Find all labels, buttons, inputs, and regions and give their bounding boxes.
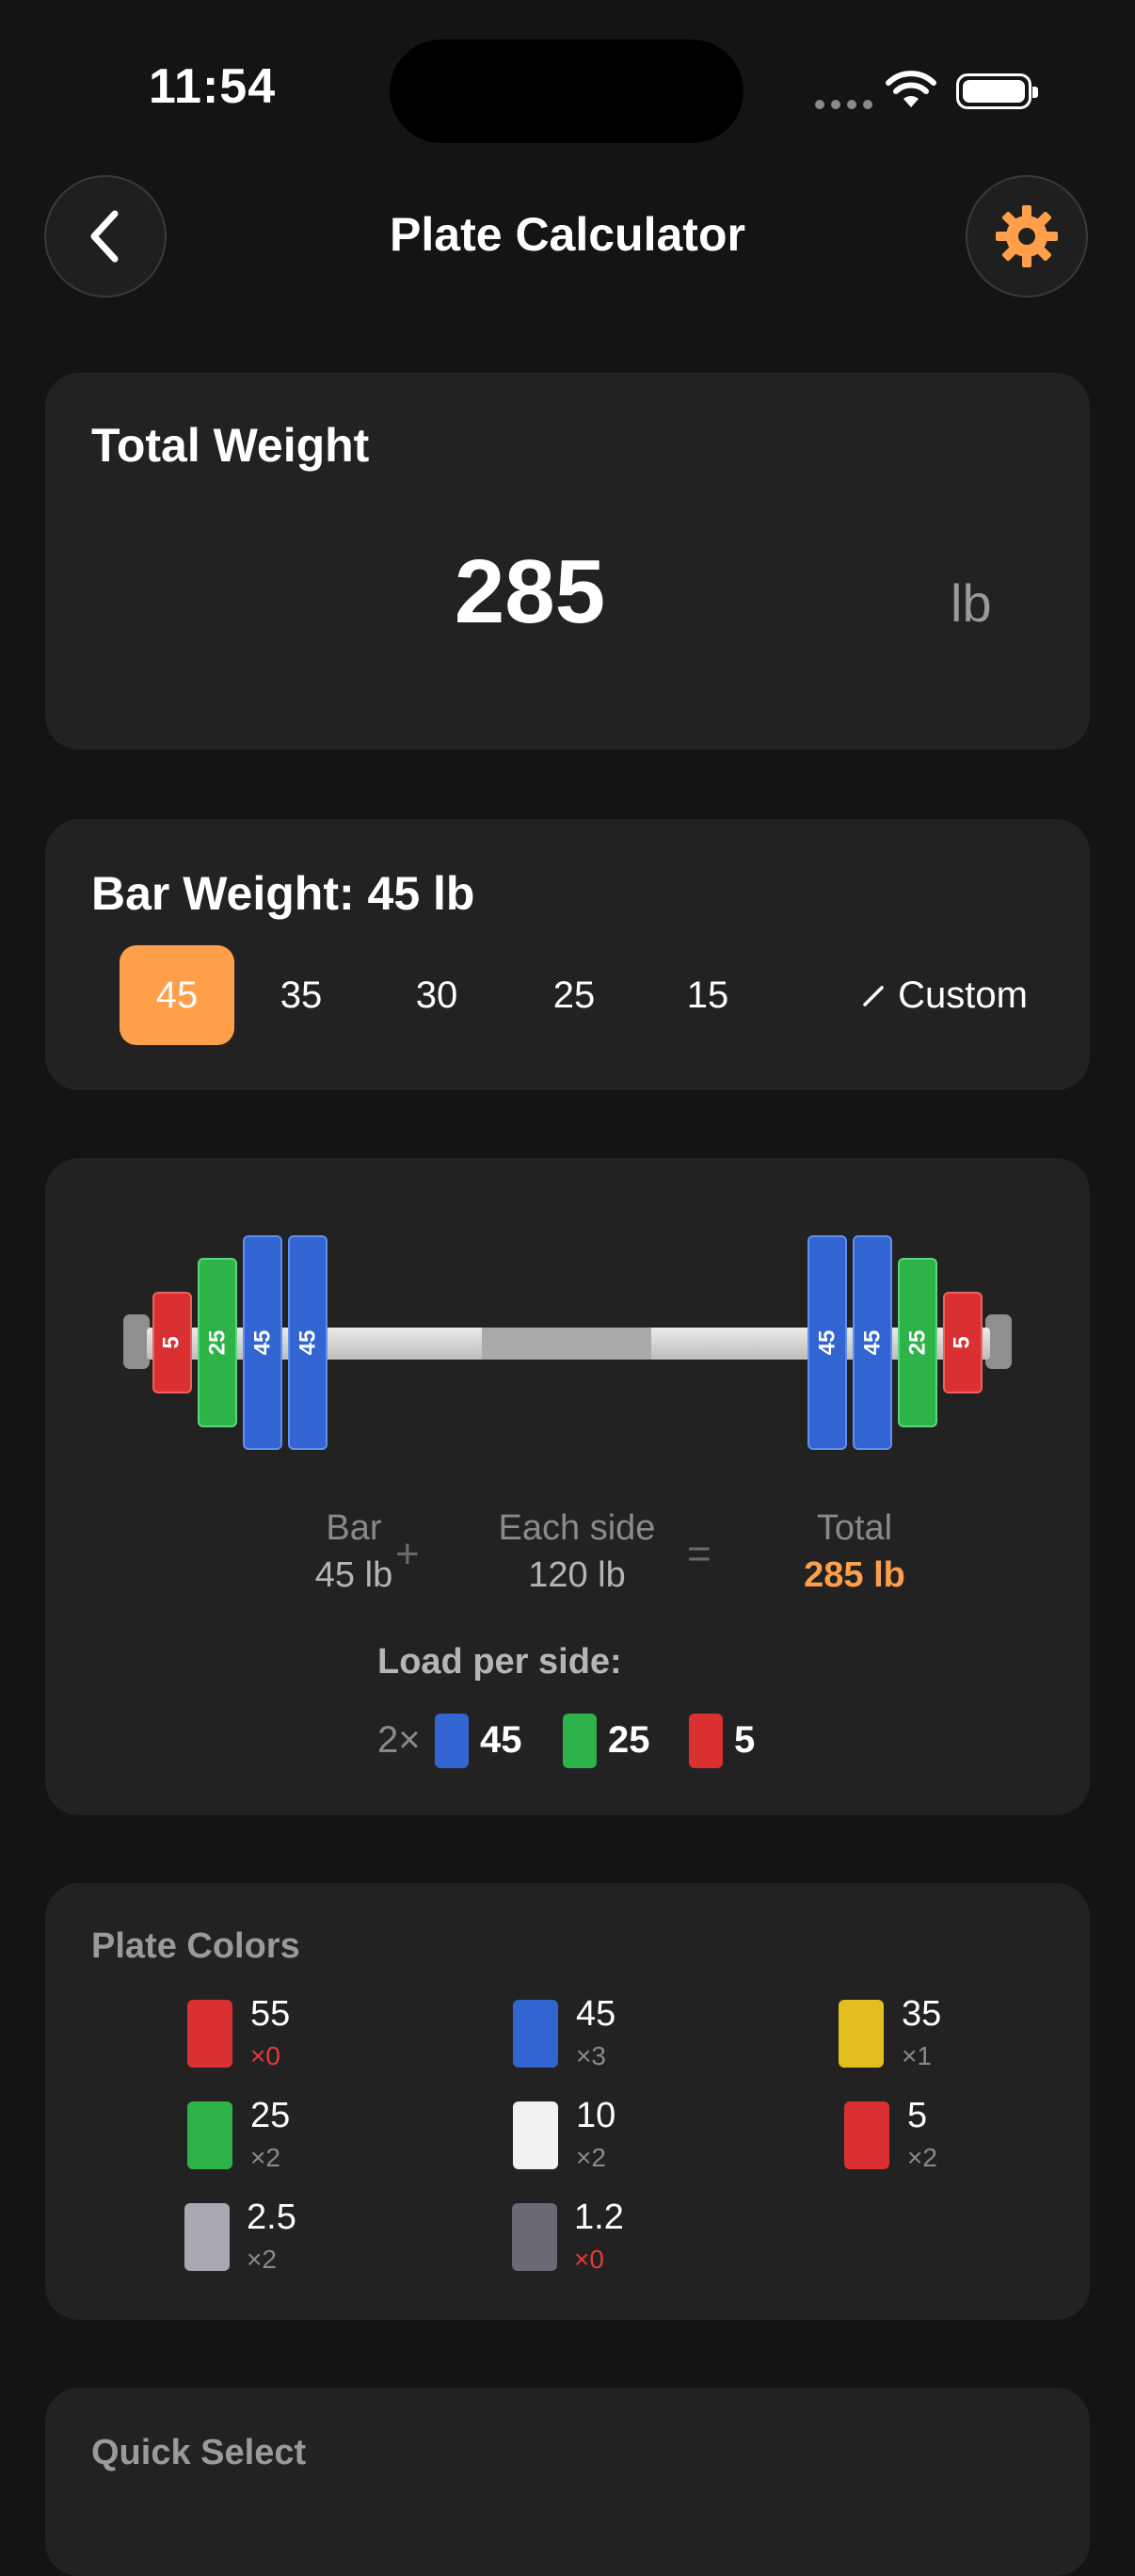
bar-option-35[interactable]: 35: [254, 945, 348, 1045]
swatch-dark-gray: [512, 2203, 557, 2271]
settings-button[interactable]: [966, 175, 1088, 298]
load-per-side-title: Load per side:: [377, 1642, 622, 1682]
total-weight-title: Total Weight: [91, 419, 370, 472]
load-weight-25: 25: [608, 1719, 650, 1761]
swatch-red: [187, 2000, 232, 2068]
total-value: 285 lb: [804, 1555, 905, 1595]
swatch-light-gray: [184, 2203, 230, 2271]
pencil-icon: [863, 986, 884, 1006]
bar-label: Bar: [326, 1508, 382, 1548]
bar-option-45[interactable]: 45: [120, 945, 234, 1045]
plate-right-45: 45: [853, 1235, 892, 1450]
swatch-red: [844, 2101, 889, 2169]
bar-option-30[interactable]: 30: [390, 945, 484, 1045]
total-label: Total: [816, 1508, 893, 1548]
plate-weight: 5: [907, 2096, 928, 2135]
gear-icon: [996, 205, 1058, 267]
plate-weight: 35: [902, 1994, 942, 2034]
load-weight-45: 45: [480, 1719, 522, 1761]
load-swatch-45: [435, 1714, 469, 1768]
quick-select-title: Quick Select: [91, 2433, 307, 2472]
load-swatch-25: [563, 1714, 597, 1768]
plate-weight: 45: [576, 1994, 616, 2034]
quick-select-card: Quick Select: [45, 2388, 1090, 2576]
custom-bar-label: Custom: [898, 974, 1028, 1016]
plate-left-5: 5: [152, 1292, 192, 1393]
plate-weight: 10: [576, 2096, 616, 2135]
custom-bar-button[interactable]: Custom: [826, 945, 1062, 1045]
status-time: 11:54: [149, 59, 277, 114]
plate-left-45: 45: [243, 1235, 282, 1450]
plate-left-45: 45: [288, 1235, 328, 1450]
plate-colors-title: Plate Colors: [91, 1926, 300, 1966]
load-weight-5: 5: [734, 1719, 756, 1761]
total-weight-value[interactable]: 285: [45, 540, 1015, 644]
wifi-icon: [886, 71, 936, 107]
plate-count: ×2: [576, 2143, 606, 2172]
plate-count: ×2: [907, 2143, 937, 2172]
load-count: 2×: [377, 1719, 421, 1761]
plate-right-5: 5: [943, 1292, 983, 1393]
plus-sign: +: [395, 1531, 420, 1577]
plate-count: ×2: [250, 2143, 280, 2172]
barbell-knurling: [482, 1328, 651, 1360]
each-side-value: 120 lb: [528, 1555, 626, 1595]
plate-count: ×3: [576, 2041, 606, 2070]
each-side-label: Each side: [498, 1508, 656, 1548]
plate-count: ×2: [247, 2245, 277, 2274]
plate-count: ×1: [902, 2041, 932, 2070]
total-weight-card: Total Weight 285 lb: [45, 373, 1090, 749]
dynamic-island: [390, 40, 743, 143]
plate-weight: 25: [250, 2096, 291, 2135]
bar-weight-title: Bar Weight: 45 lb: [91, 867, 475, 920]
swatch-white: [513, 2101, 558, 2169]
plate-weight: 1.2: [574, 2198, 624, 2237]
bar-weight-card: Bar Weight: 45 lb 45 35 30 25 15 Custom: [45, 819, 1090, 1090]
plate-right-45: 45: [807, 1235, 847, 1450]
bar-value: 45 lb: [314, 1555, 393, 1595]
battery-icon: [956, 73, 1038, 109]
plate-colors-card: Plate Colors 55 ×0 45 ×3 35 ×1 25 ×2 10 …: [45, 1883, 1090, 2320]
equals-sign: =: [687, 1531, 711, 1577]
bar-option-25[interactable]: 25: [527, 945, 621, 1045]
bar-option-15[interactable]: 15: [661, 945, 755, 1045]
barbell-card: 5 25 45 45 45 45 25 5 Bar 45 lb + Each s…: [45, 1158, 1090, 1815]
swatch-blue: [513, 2000, 558, 2068]
signal-icon: [815, 100, 872, 109]
swatch-green: [187, 2101, 232, 2169]
plate-count: ×0: [250, 2041, 280, 2070]
load-swatch-5: [689, 1714, 723, 1768]
plate-count: ×0: [574, 2245, 604, 2274]
plate-weight: 2.5: [247, 2198, 296, 2237]
plate-left-25: 25: [198, 1258, 237, 1427]
plate-right-25: 25: [898, 1258, 937, 1427]
plate-weight: 55: [250, 1994, 291, 2034]
swatch-yellow: [839, 2000, 884, 2068]
total-weight-unit[interactable]: lb: [951, 572, 992, 634]
barbell-sleeve-left: [123, 1314, 150, 1369]
